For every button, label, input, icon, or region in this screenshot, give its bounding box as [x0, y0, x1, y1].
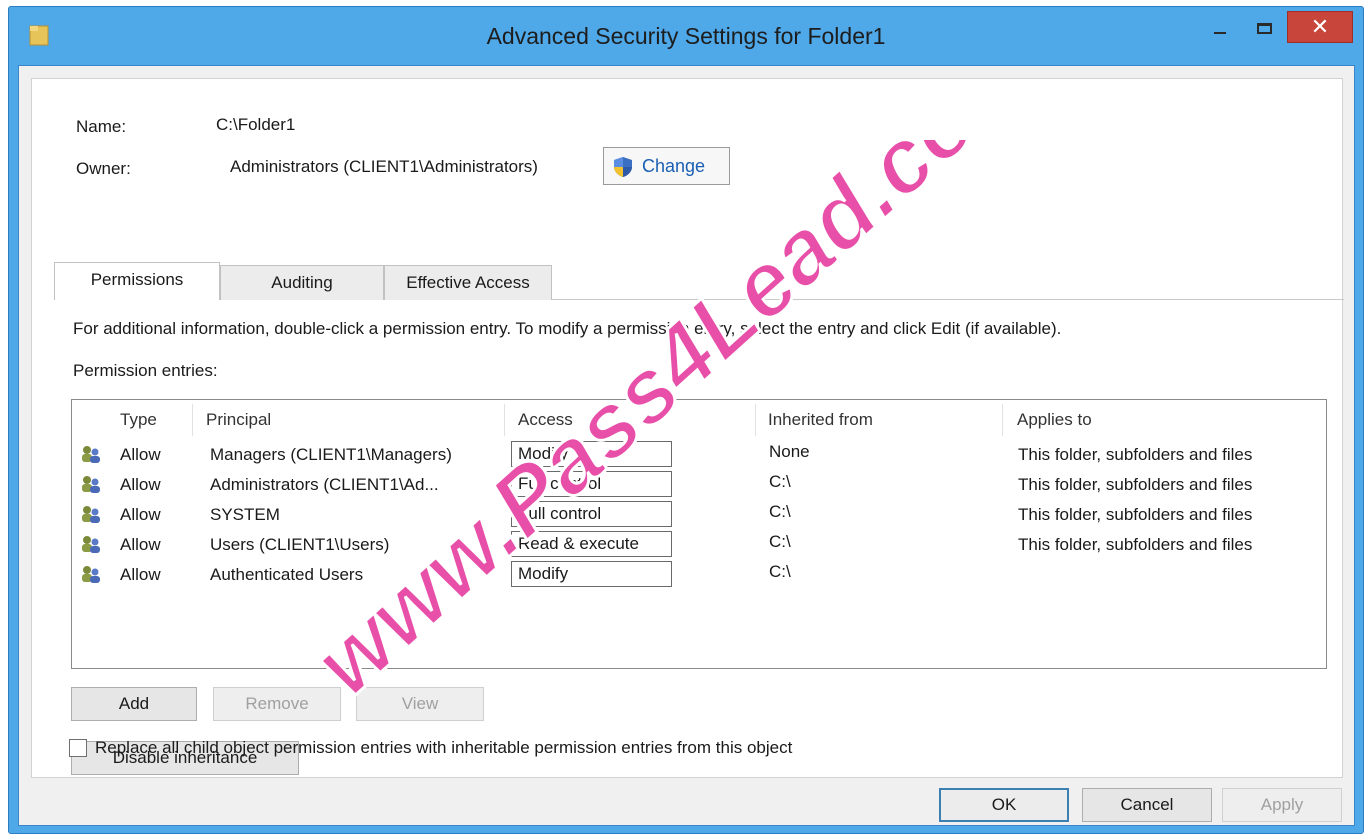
change-owner-button[interactable]: Change [603, 147, 730, 185]
tab-permissions[interactable]: Permissions [54, 262, 220, 300]
entry-inherited-from: C:\ [769, 472, 791, 491]
name-value: C:\Folder1 [216, 115, 296, 134]
permission-row[interactable]: Allow Users (CLIENT1\Users) Read & execu… [72, 530, 1326, 560]
maximize-icon [1257, 23, 1272, 34]
permission-row[interactable]: Allow Managers (CLIENT1\Managers) Modify… [72, 440, 1326, 470]
dialog-window: Advanced Security Settings for Folder1 ✕… [8, 6, 1364, 834]
entry-access: Full control [511, 471, 672, 497]
column-separator [755, 404, 756, 436]
entry-access: Modify [511, 441, 672, 467]
title-bar[interactable]: Advanced Security Settings for Folder1 ✕ [9, 7, 1363, 65]
entry-inherited-from: C:\ [769, 502, 791, 521]
column-separator [192, 404, 193, 436]
dialog-client-area: Name: C:\Folder1 Owner: Administrators (… [18, 65, 1355, 826]
entry-type: Allow [120, 505, 161, 524]
entry-principal: Users (CLIENT1\Users) [210, 535, 390, 554]
user-group-icon [82, 536, 100, 553]
entry-inherited-from: C:\ [769, 532, 791, 551]
cancel-button[interactable]: Cancel [1082, 788, 1212, 822]
name-label: Name: [76, 117, 127, 136]
change-label: Change [642, 156, 706, 176]
column-separator [504, 404, 505, 436]
column-header-access[interactable]: Access [518, 410, 573, 430]
entry-type: Allow [120, 565, 161, 584]
replace-child-permissions-checkbox[interactable] [69, 739, 87, 757]
owner-value: Administrators (CLIENT1\Administrators) [230, 157, 538, 176]
add-button[interactable]: Add [71, 687, 197, 721]
minimize-button[interactable] [1205, 17, 1235, 43]
column-header-type[interactable]: Type [120, 410, 157, 430]
entry-access: Read & execute [511, 531, 672, 557]
entry-applies-to: This folder, subfolders and files [1018, 445, 1253, 464]
entry-access: Modify [511, 561, 672, 587]
entry-access: Full control [511, 501, 672, 527]
permission-row[interactable]: Allow SYSTEM Full control C:\ This folde… [72, 500, 1326, 530]
entry-applies-to: This folder, subfolders and files [1018, 475, 1253, 494]
ok-button[interactable]: OK [939, 788, 1069, 822]
column-header-principal[interactable]: Principal [206, 410, 271, 430]
entry-type: Allow [120, 475, 161, 494]
close-button[interactable]: ✕ [1287, 11, 1353, 43]
entry-principal: Administrators (CLIENT1\Ad... [210, 475, 439, 494]
entry-applies-to: This folder, subfolders and files [1018, 505, 1253, 524]
remove-button[interactable]: Remove [213, 687, 341, 721]
user-group-icon [82, 566, 100, 583]
view-button[interactable]: View [356, 687, 484, 721]
tab-auditing[interactable]: Auditing [220, 265, 384, 300]
user-group-icon [82, 446, 100, 463]
close-icon: ✕ [1310, 14, 1330, 39]
permission-row[interactable]: Allow Administrators (CLIENT1\Ad... Full… [72, 470, 1326, 500]
entry-principal: Authenticated Users [210, 565, 364, 584]
column-header-inherited-from[interactable]: Inherited from [768, 410, 873, 430]
replace-child-permissions-label: Replace all child object permission entr… [95, 738, 793, 757]
maximize-button[interactable] [1249, 17, 1279, 43]
uac-shield-icon [614, 157, 632, 177]
entry-principal: Managers (CLIENT1\Managers) [210, 445, 452, 464]
apply-button[interactable]: Apply [1222, 788, 1342, 822]
entry-type: Allow [120, 445, 161, 464]
column-separator [1002, 404, 1003, 436]
window-title: Advanced Security Settings for Folder1 [486, 23, 886, 49]
entry-inherited-from: C:\ [769, 562, 791, 581]
permission-row[interactable]: Allow Authenticated Users Modify C:\ [72, 560, 1326, 590]
list-header: Type Principal Access Inherited from App… [72, 400, 1326, 440]
user-group-icon [82, 506, 100, 523]
permission-entries-list[interactable]: Type Principal Access Inherited from App… [71, 399, 1327, 669]
entry-type: Allow [120, 535, 161, 554]
minimize-icon [1214, 32, 1226, 34]
info-text: For additional information, double-click… [73, 319, 1062, 338]
settings-panel: Name: C:\Folder1 Owner: Administrators (… [31, 78, 1344, 778]
tab-effective-access[interactable]: Effective Access [384, 265, 552, 300]
column-header-applies-to[interactable]: Applies to [1017, 410, 1092, 430]
entry-inherited-from: None [769, 442, 810, 461]
entry-applies-to: This folder, subfolders and files [1018, 535, 1253, 554]
owner-label: Owner: [76, 159, 131, 178]
user-group-icon [82, 476, 100, 493]
permission-entries-label: Permission entries: [73, 361, 218, 380]
entry-principal: SYSTEM [210, 505, 280, 524]
